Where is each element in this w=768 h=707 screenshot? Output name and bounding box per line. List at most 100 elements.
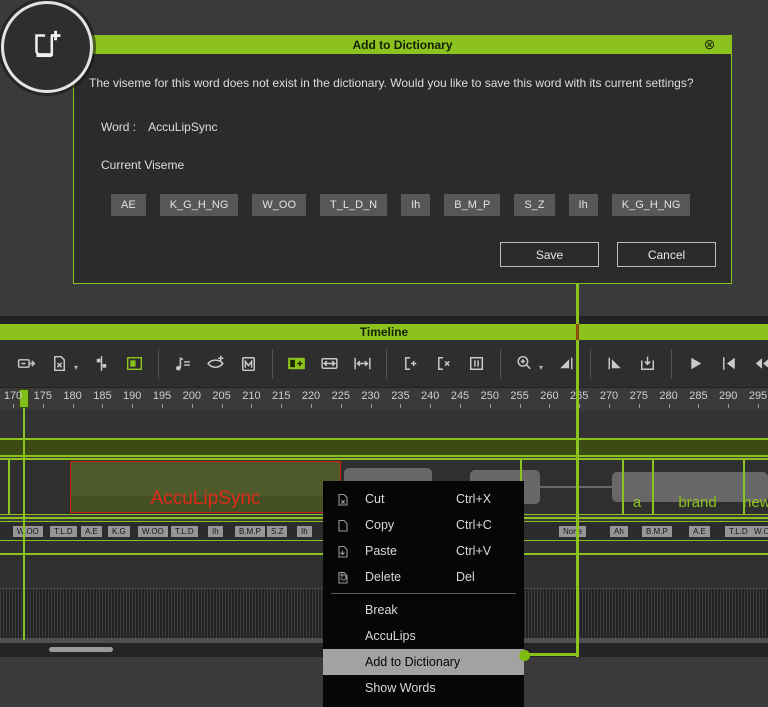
copy-icon xyxy=(335,518,350,533)
timeline-ruler[interactable]: 1701751801851901952002052102152202252302… xyxy=(0,388,768,410)
menu-item-shortcut: Ctrl+C xyxy=(456,518,492,532)
extend-clip-icon[interactable] xyxy=(352,353,373,374)
frame-panel-icon[interactable] xyxy=(466,353,487,374)
menu-item-acculips[interactable]: AccuLips xyxy=(323,623,524,649)
delete-frame-icon[interactable] xyxy=(433,353,454,374)
motion-m-icon[interactable] xyxy=(238,353,259,374)
dialog-titlebar[interactable]: Add to Dictionary ⊗ xyxy=(74,36,731,54)
viseme-key-chip[interactable]: T.L.D xyxy=(50,526,77,537)
save-button[interactable]: Save xyxy=(500,242,599,267)
callout-line-horizontal xyxy=(526,653,579,656)
viseme-key-chip[interactable]: Ih xyxy=(208,526,223,537)
viseme-key-chip[interactable]: S.Z xyxy=(267,526,287,537)
close-icon[interactable]: ⊗ xyxy=(702,37,717,52)
viseme-chip[interactable]: K_G_H_NG xyxy=(612,194,691,216)
viseme-key-chip[interactable]: Ah xyxy=(610,526,628,537)
timeline-panel-header[interactable]: Timeline xyxy=(0,324,768,340)
ruler-tick xyxy=(579,404,580,408)
ruler-frame-label: 280 xyxy=(659,390,677,402)
dialog-title: Add to Dictionary xyxy=(352,38,452,52)
go-start-icon[interactable] xyxy=(718,353,739,374)
viseme-key-chip[interactable]: T.L.D xyxy=(171,526,198,537)
viseme-key-chip[interactable]: None xyxy=(559,526,586,537)
ruler-tick xyxy=(639,404,640,408)
viseme-chip[interactable]: K_G_H_NG xyxy=(160,194,239,216)
viseme-chip[interactable]: Ih xyxy=(401,194,430,216)
toolbar-separator xyxy=(158,349,159,379)
viseme-key-chip[interactable]: W.OO xyxy=(13,526,43,537)
selected-word-clip[interactable]: AccuLipSync xyxy=(70,461,341,513)
playhead-line[interactable] xyxy=(23,408,25,640)
word-cell-separator xyxy=(8,460,10,514)
insert-frame-icon[interactable] xyxy=(400,353,421,374)
ruler-frame-label: 185 xyxy=(93,390,111,402)
viseme-chip-row: AE K_G_H_NG W_OO T_L_D_N Ih B_M_P S_Z Ih K_G_H_N… xyxy=(111,194,690,216)
lips-add-icon[interactable] xyxy=(205,353,226,374)
dropdown-caret-icon[interactable]: ▾ xyxy=(539,363,548,373)
ruler-frame-label: 245 xyxy=(451,390,469,402)
rewind-icon[interactable] xyxy=(751,353,768,374)
dope-sheet-icon[interactable] xyxy=(91,353,112,374)
collect-clip-icon[interactable] xyxy=(16,353,37,374)
ruler-tick xyxy=(371,404,372,408)
add-word-icon[interactable] xyxy=(286,353,307,374)
viseme-key-chip[interactable]: A.E xyxy=(689,526,710,537)
viseme-chip[interactable]: AE xyxy=(111,194,146,216)
ruler-tick xyxy=(698,404,699,408)
menu-separator xyxy=(331,593,516,594)
ruler-tick xyxy=(341,404,342,408)
toolbar-separator xyxy=(272,349,273,379)
viseme-chip[interactable]: S_Z xyxy=(514,194,554,216)
callout-dot xyxy=(519,650,530,661)
word-track-label[interactable]: a xyxy=(622,494,652,511)
word-track-label[interactable]: brand xyxy=(652,494,743,511)
music-note-icon[interactable] xyxy=(172,353,193,374)
viseme-chip[interactable]: W_OO xyxy=(252,194,306,216)
ruler-frame-label: 230 xyxy=(361,390,379,402)
ruler-tick xyxy=(73,404,74,408)
zoom-fit-right-icon[interactable] xyxy=(556,353,577,374)
dropdown-caret-icon[interactable]: ▾ xyxy=(74,363,83,373)
viseme-key-chip[interactable]: W.O xyxy=(750,526,768,537)
context-menu: CutCtrl+XCopyCtrl+CPasteCtrl+VDeleteDel B… xyxy=(323,481,524,707)
word-track-label[interactable]: new xyxy=(743,494,768,511)
menu-item-copy[interactable]: CopyCtrl+C xyxy=(323,512,524,538)
ruler-tick xyxy=(460,404,461,408)
scrollbar-handle[interactable] xyxy=(49,647,113,652)
viseme-key-chip[interactable]: K.G xyxy=(108,526,130,537)
play-icon[interactable] xyxy=(685,353,706,374)
viseme-key-chip[interactable]: B.M.P xyxy=(642,526,672,537)
viseme-key-chip[interactable]: Ih xyxy=(297,526,312,537)
viseme-chip[interactable]: T_L_D_N xyxy=(320,194,387,216)
fit-clip-icon[interactable] xyxy=(319,353,340,374)
cancel-button[interactable]: Cancel xyxy=(617,242,716,267)
menu-item-break[interactable]: Break xyxy=(323,597,524,623)
lipsync-clip-band[interactable] xyxy=(0,440,768,455)
menu-item-show-words[interactable]: Show Words xyxy=(323,675,524,701)
remove-key-icon[interactable] xyxy=(49,353,70,374)
delete-icon xyxy=(335,570,350,585)
menu-item-cut[interactable]: CutCtrl+X xyxy=(323,486,524,512)
word-label: Word : xyxy=(101,120,136,134)
menu-item-shortcut: Del xyxy=(456,570,475,584)
menu-item-delete[interactable]: DeleteDel xyxy=(323,564,524,590)
zoom-fit-left-icon[interactable] xyxy=(604,353,625,374)
add-to-dictionary-book-plus-icon xyxy=(1,1,93,93)
viseme-key-chip[interactable]: A.E xyxy=(81,526,102,537)
viseme-key-chip[interactable]: B.M.P xyxy=(235,526,265,537)
viseme-chip[interactable]: Ih xyxy=(569,194,598,216)
ruler-frame-label: 205 xyxy=(212,390,230,402)
ruler-frame-label: 220 xyxy=(302,390,320,402)
ruler-tick xyxy=(728,404,729,408)
viseme-key-chip[interactable]: W.OO xyxy=(138,526,168,537)
viseme-chip[interactable]: B_M_P xyxy=(444,194,500,216)
menu-item-add-to-dictionary[interactable]: Add to Dictionary xyxy=(323,649,524,675)
menu-item-label: Add to Dictionary xyxy=(365,655,460,669)
track-list-icon[interactable] xyxy=(124,353,145,374)
export-range-icon[interactable] xyxy=(637,353,658,374)
timeline-title: Timeline xyxy=(360,325,408,339)
viseme-key-chip[interactable]: T.L.D xyxy=(725,526,752,537)
zoom-plus-icon[interactable] xyxy=(514,353,535,374)
menu-item-paste[interactable]: PasteCtrl+V xyxy=(323,538,524,564)
word-value: AccuLipSync xyxy=(148,120,217,134)
